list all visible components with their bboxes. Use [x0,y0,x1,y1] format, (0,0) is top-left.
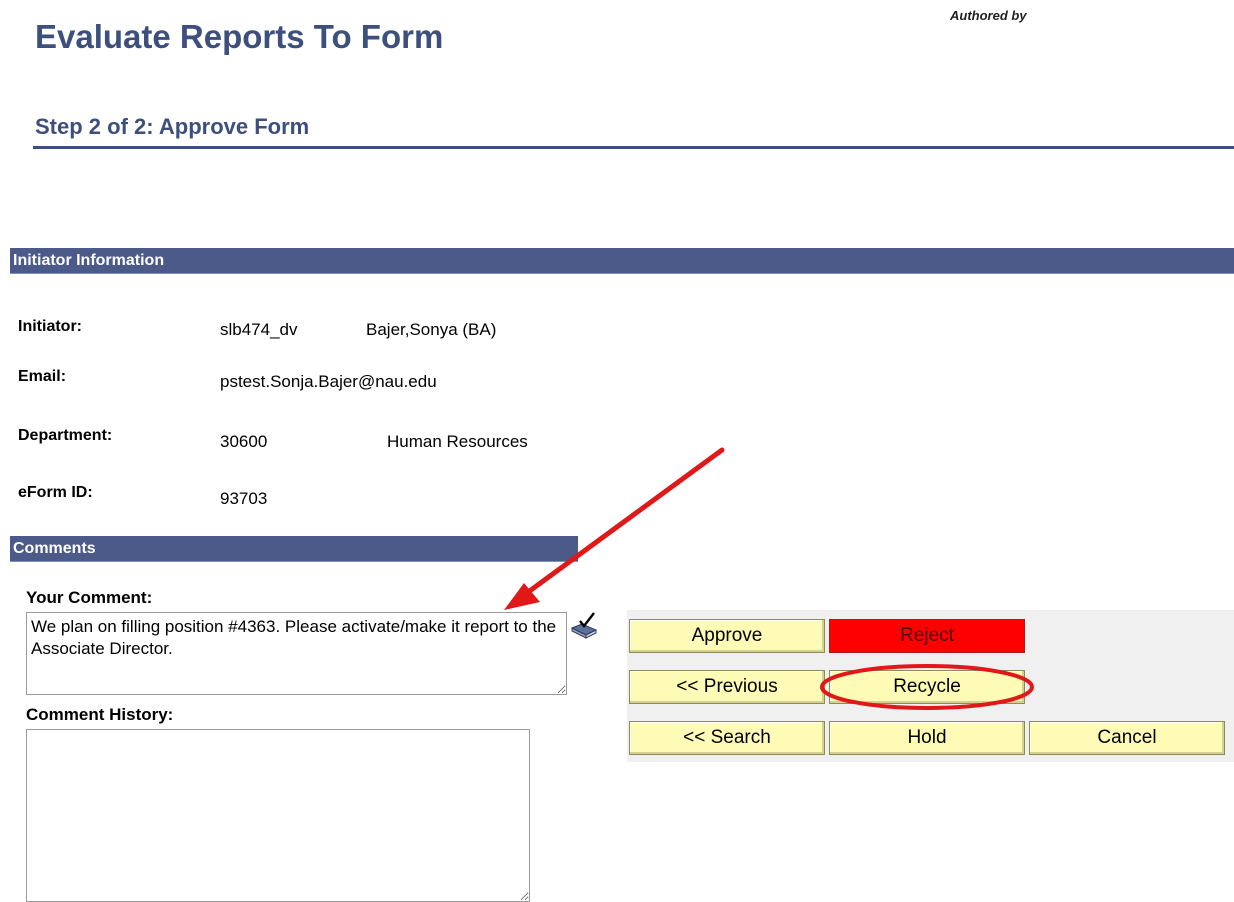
initiator-label: Initiator: [18,318,82,335]
your-comment-label: Your Comment: [26,588,153,607]
comments-section-header: Comments [10,536,578,562]
eform-id-value: 93703 [220,489,268,508]
step-divider [33,146,1234,149]
email-value: pstest.Sonja.Bajer@nau.edu [220,372,437,391]
hold-button[interactable]: Hold [829,721,1025,755]
previous-button[interactable]: << Previous [629,670,825,704]
your-comment-textarea[interactable] [26,612,567,695]
email-label: Email: [18,368,67,385]
department-name: Human Resources [387,432,528,451]
spell-check-icon[interactable] [568,612,600,640]
reject-button[interactable]: Reject [829,619,1025,653]
comment-history-label: Comment History: [26,705,174,724]
approve-button[interactable]: Approve [629,619,825,653]
cancel-button[interactable]: Cancel [1029,721,1225,755]
comment-history-textarea[interactable] [26,729,530,902]
page-title: Evaluate Reports To Form [35,18,444,55]
initiator-section-header: Initiator Information [10,248,1234,274]
authored-by-label: Authored by [950,8,1027,23]
department-label: Department: [18,427,113,444]
initiator-name: Bajer,Sonya (BA) [366,320,497,339]
recycle-button[interactable]: Recycle [829,670,1025,704]
step-title: Step 2 of 2: Approve Form [35,114,310,139]
eform-id-label: eForm ID: [18,484,93,501]
department-code: 30600 [220,432,268,451]
initiator-id: slb474_dv [220,320,298,339]
search-button[interactable]: << Search [629,721,825,755]
annotation-arrow [504,447,725,610]
